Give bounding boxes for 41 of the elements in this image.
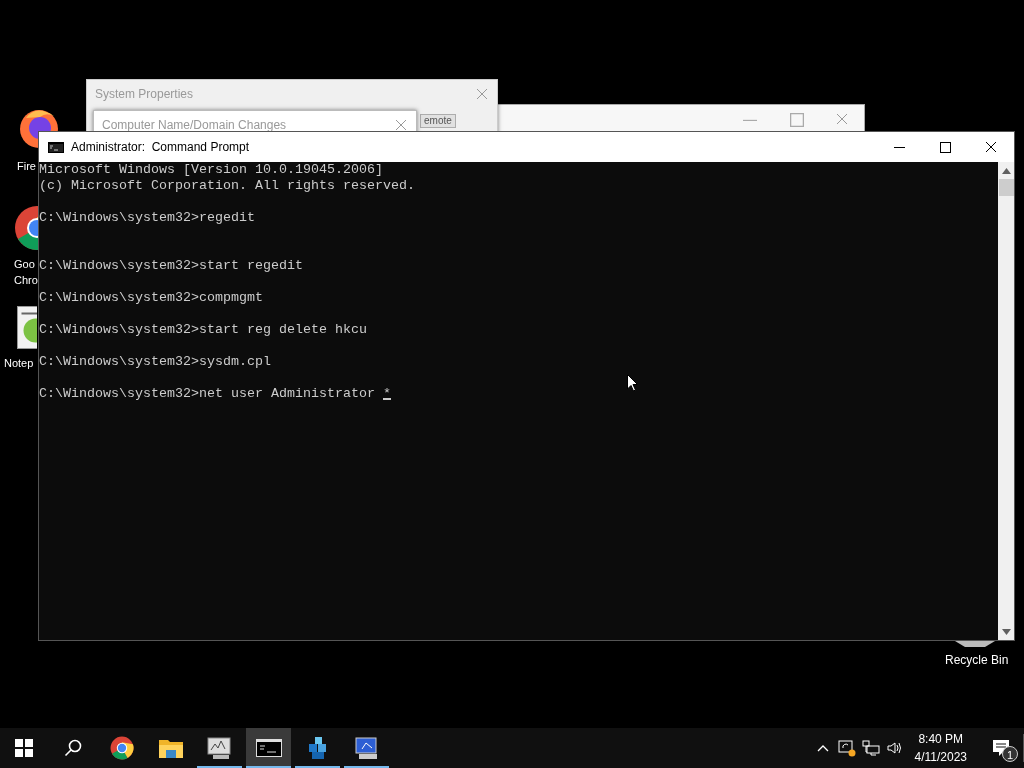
sync-warning-icon[interactable] xyxy=(837,739,856,757)
close-icon[interactable] xyxy=(985,141,997,153)
computer-icon xyxy=(353,736,380,760)
clock-date[interactable]: 4/11/2023 xyxy=(914,748,967,766)
clock-time[interactable]: 8:40 PM xyxy=(918,730,964,748)
folder-icon xyxy=(158,738,183,758)
scroll-up-arrow-icon[interactable] xyxy=(1001,167,1011,174)
scrollbar-thumb[interactable] xyxy=(998,179,1014,196)
tab-button[interactable]: emote xyxy=(420,114,456,128)
notification-count-badge: 1 xyxy=(1002,746,1018,762)
console-line: C:\Windows\system32>compmgmt xyxy=(39,290,263,306)
window-title: Administrator: Command Prompt xyxy=(71,140,251,154)
console-line: Microsoft Windows [Version 10.0.19045.2006] xyxy=(39,162,383,178)
console-line: C:\Windows\system32>sysdm.cpl xyxy=(39,354,271,370)
console-input-line[interactable]: C:\Windows\system32>net user Administrator * xyxy=(39,386,391,402)
scroll-down-arrow-icon[interactable] xyxy=(1001,628,1011,635)
mouse-pointer-icon xyxy=(627,374,638,392)
console-line: C:\Windows\system32>regedit xyxy=(39,210,255,226)
network-icon[interactable] xyxy=(861,740,880,756)
scrollbar[interactable] xyxy=(998,162,1014,640)
minimize-icon[interactable] xyxy=(893,146,905,148)
console-line: C:\Windows\system32>start regedit xyxy=(39,258,303,274)
desktop-icon-label: Goo Chro xyxy=(14,257,36,288)
taskbar-button[interactable] xyxy=(246,728,291,768)
window-title: Computer Name/Domain Changes xyxy=(102,118,287,132)
console-line: (c) Microsoft Corporation. All rights reserved. xyxy=(39,178,415,194)
performance-monitor-icon xyxy=(206,736,233,760)
volume-icon[interactable] xyxy=(886,741,903,755)
desktop-icon-label: Fire xyxy=(17,159,37,174)
maximize-icon[interactable] xyxy=(939,141,951,153)
desktop-icon-label: Recycle Bin xyxy=(945,652,1010,668)
window-title: System Properties xyxy=(95,87,194,101)
search-icon xyxy=(63,739,82,757)
desktop-icon-label: Notep xyxy=(4,356,35,371)
windows-start-icon xyxy=(15,739,33,757)
console-line: C:\Windows\system32>start reg delete hkcu xyxy=(39,322,367,338)
chrome-logo-icon xyxy=(109,736,134,760)
notepad-icon xyxy=(17,306,37,349)
chevron-up-icon[interactable] xyxy=(816,744,829,752)
command-prompt-icon xyxy=(48,141,64,153)
command-prompt-icon xyxy=(255,739,282,757)
